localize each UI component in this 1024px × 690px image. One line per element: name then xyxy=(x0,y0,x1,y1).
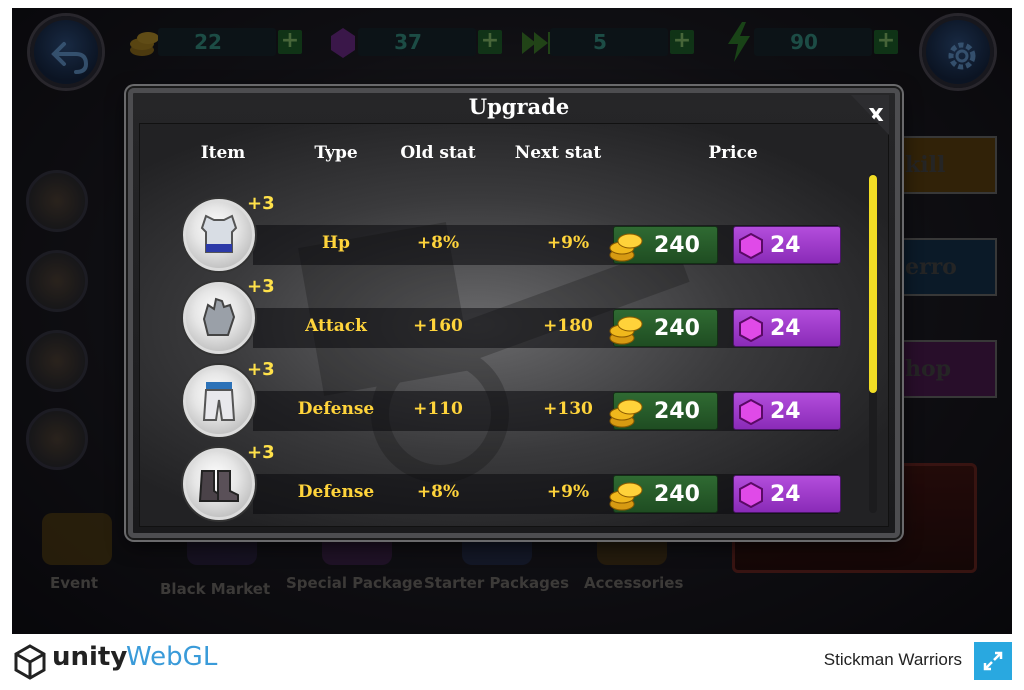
coin-stack-icon xyxy=(609,482,643,511)
upgrade-row: +3 Defense +110 +130 240 24 xyxy=(133,359,905,439)
gold-price-button[interactable]: 240 xyxy=(609,309,718,347)
gold-price-button[interactable]: 240 xyxy=(609,475,718,513)
pants-icon xyxy=(202,382,236,421)
next-stat: +130 xyxy=(543,399,593,419)
item-level: +3 xyxy=(247,276,275,297)
header-next-stat: Next stat xyxy=(514,143,602,163)
game-canvas[interactable]: 22 + 37 + 5 + 90 + kill erro hop Event B… xyxy=(12,8,1012,634)
dialog-title: Upgrade xyxy=(468,94,570,119)
gold-price: 240 xyxy=(654,482,700,507)
unity-footer: unity WebGL Stickman Warriors xyxy=(0,634,1024,690)
upgrade-row: +3 Attack +160 +180 240 24 xyxy=(133,276,905,356)
old-stat: +160 xyxy=(413,316,463,336)
item-slot[interactable] xyxy=(183,282,255,354)
gem-icon xyxy=(739,233,763,259)
gem-price-button[interactable]: 24 xyxy=(733,309,841,347)
stat-type: Defense xyxy=(297,482,375,502)
stat-type: Hp xyxy=(322,233,350,253)
webgl-label: WebGL xyxy=(126,642,218,672)
gem-price: 24 xyxy=(770,399,801,424)
fullscreen-icon xyxy=(983,651,1003,671)
item-slot[interactable] xyxy=(183,199,255,271)
stat-type: Attack xyxy=(305,316,367,336)
gold-price: 240 xyxy=(654,233,700,258)
gem-icon xyxy=(739,482,763,508)
gold-price-button[interactable]: 240 xyxy=(609,392,718,430)
unity-label: unity xyxy=(52,642,128,672)
header-old-stat: Old stat xyxy=(400,143,476,163)
gem-price-button[interactable]: 24 xyxy=(733,392,841,430)
scrollbar-thumb[interactable] xyxy=(869,175,877,393)
gold-price: 240 xyxy=(654,399,700,424)
header-item: Item xyxy=(200,143,246,163)
next-stat: +9% xyxy=(546,233,590,253)
gem-icon xyxy=(739,399,763,425)
coin-stack-icon xyxy=(609,316,643,345)
unity-logo-icon xyxy=(14,644,46,680)
gem-price-button[interactable]: 24 xyxy=(733,475,841,513)
gold-price: 240 xyxy=(654,316,700,341)
gem-price-button[interactable]: 24 xyxy=(733,226,841,264)
upgrade-dialog: Upgrade x Item Type Old stat Next stat P… xyxy=(128,88,900,538)
armor-vest-icon xyxy=(200,214,238,253)
stat-type: Defense xyxy=(297,399,375,419)
gem-price: 24 xyxy=(770,316,801,341)
gem-icon xyxy=(739,316,763,342)
coin-stack-icon xyxy=(609,399,643,428)
upgrade-row: +3 Defense +8% +9% 240 24 xyxy=(133,442,905,522)
gauntlet-icon xyxy=(202,297,236,336)
gem-price: 24 xyxy=(770,482,801,507)
item-slot[interactable] xyxy=(183,365,255,437)
header-type: Type xyxy=(314,143,358,163)
next-stat: +9% xyxy=(546,482,590,502)
old-stat: +110 xyxy=(413,399,463,419)
old-stat: +8% xyxy=(416,233,460,253)
header-price: Price xyxy=(708,143,758,163)
game-title: Stickman Warriors xyxy=(823,650,962,669)
boots-icon xyxy=(198,470,239,502)
coin-stack-icon xyxy=(609,233,643,262)
old-stat: +8% xyxy=(416,482,460,502)
gold-price-button[interactable]: 240 xyxy=(609,226,718,264)
next-stat: +180 xyxy=(543,316,593,336)
item-level: +3 xyxy=(247,442,275,463)
upgrade-row: +3 Hp +8% +9% 240 24 xyxy=(133,193,905,273)
item-level: +3 xyxy=(247,359,275,380)
item-slot[interactable] xyxy=(183,448,255,520)
gem-price: 24 xyxy=(770,233,801,258)
item-level: +3 xyxy=(247,193,275,214)
fullscreen-button[interactable] xyxy=(974,642,1012,680)
